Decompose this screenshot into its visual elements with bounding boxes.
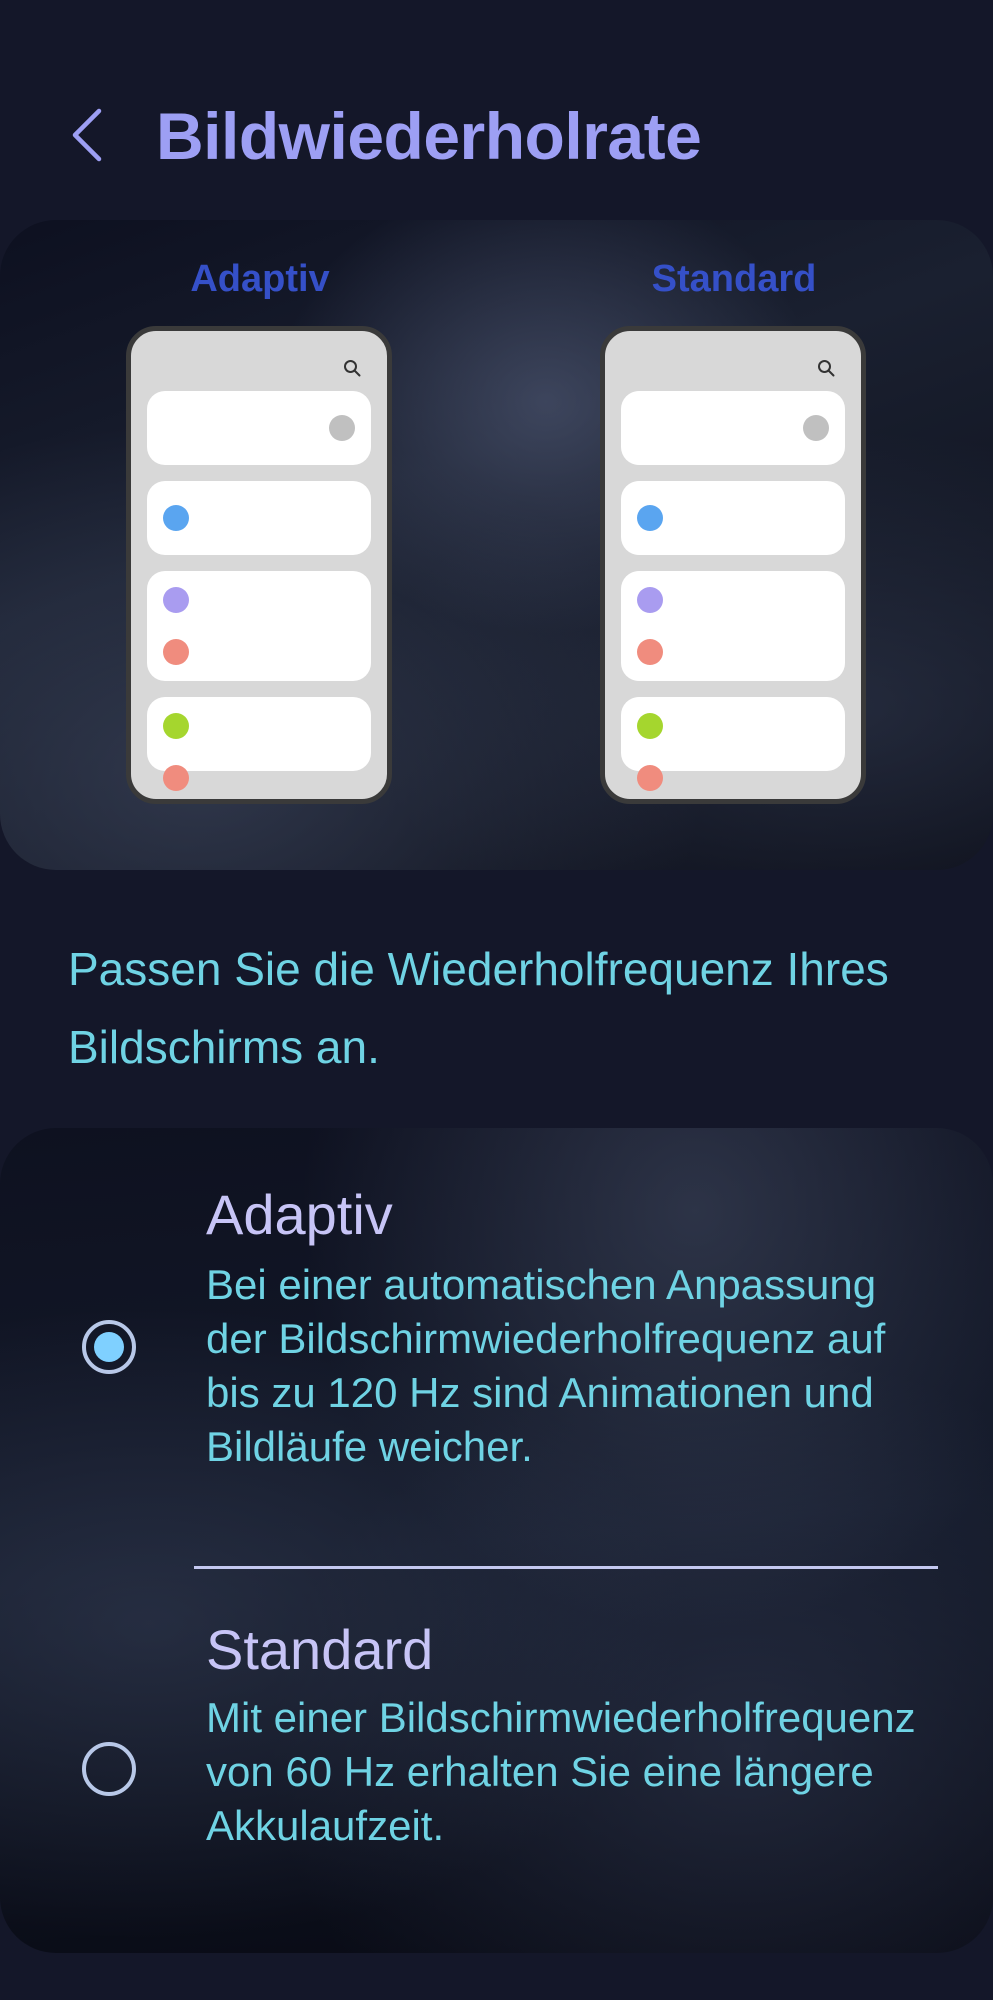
refresh-rate-preview: Adaptiv Standard (0, 220, 993, 870)
refresh-rate-options: Adaptiv Bei einer automatischen Anpassun… (0, 1128, 993, 1953)
option-title: Standard (206, 1618, 434, 1681)
mock-dot (637, 713, 663, 739)
description-text: Passen Sie die Wiederholfrequenz Ihres B… (68, 943, 889, 1073)
mock-card (147, 697, 371, 791)
mock-card (621, 571, 845, 681)
mock-dot (163, 587, 189, 613)
radio-standard[interactable] (82, 1742, 136, 1796)
header: Bildwiederholrate (0, 0, 993, 220)
mock-dot (163, 713, 189, 739)
option-adaptive[interactable]: Adaptiv Bei einer automatischen Anpassun… (0, 1128, 993, 1568)
mock-card (621, 481, 845, 555)
mock-dot (163, 639, 189, 665)
preview-label-adaptive: Adaptiv (190, 258, 330, 300)
search-icon (344, 360, 361, 377)
mock-card (621, 391, 845, 465)
option-title: Adaptiv (206, 1183, 393, 1246)
mock-card (147, 391, 371, 465)
mock-dot (329, 415, 355, 441)
mock-dot (803, 415, 829, 441)
phone-mockup-adaptive (126, 326, 392, 804)
mock-dot (637, 505, 663, 531)
mock-card (147, 571, 371, 681)
mock-dot (163, 765, 189, 791)
option-description: Mit einer Bildschirmwiederholfrequenz vo… (206, 1694, 916, 1849)
option-description: Bei einer automatischen Anpassung der Bi… (206, 1261, 886, 1470)
page-title: Bildwiederholrate (156, 99, 702, 173)
mock-dot (637, 639, 663, 665)
search-icon (818, 360, 835, 377)
radio-adaptive[interactable] (82, 1320, 136, 1374)
mock-card (147, 481, 371, 555)
mock-card (621, 697, 845, 791)
mock-dot (637, 765, 663, 791)
mock-dot (163, 505, 189, 531)
chevron-left-icon (72, 108, 102, 162)
preview-label-standard: Standard (651, 258, 817, 300)
mock-dot (637, 587, 663, 613)
option-standard[interactable]: Standard Mit einer Bildschirmwiederholfr… (0, 1569, 993, 1953)
phone-mockup-standard (600, 326, 866, 804)
back-button[interactable] (56, 100, 116, 170)
